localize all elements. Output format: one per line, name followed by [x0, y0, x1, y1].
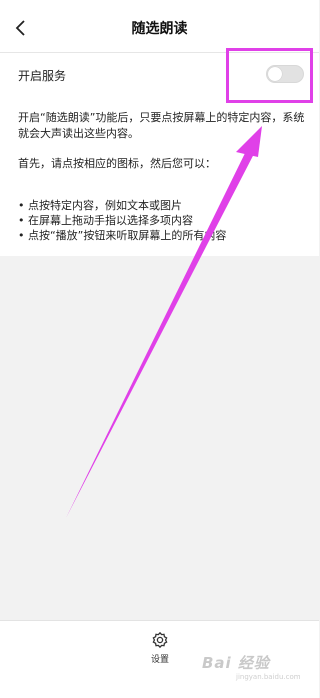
bullet-item: • 点按“播放”按钮来听取屏幕上的所有内容: [18, 229, 227, 242]
settings-button[interactable]: 设置: [140, 631, 180, 671]
annotation-highlight-box: [226, 48, 313, 103]
bullet-list: • 点按特定内容，例如文本或图片 • 在屏幕上拖动手指以选择多项内容 • 点按“…: [18, 198, 313, 243]
description-intro: 开启“随选朗读”功能后，只要点按屏幕上的特定内容，系统就会大声读出这些内容。: [18, 111, 305, 140]
header-bar: 随选朗读: [0, 0, 319, 53]
description-step: 首先，请点按相应的图标，然后您可以：: [18, 157, 216, 170]
gear-icon: [152, 631, 168, 649]
page-title: 随选朗读: [131, 21, 188, 37]
watermark-url: jingyan.baidu.com: [236, 673, 301, 681]
bottom-bar: 设置: [0, 620, 319, 698]
main-panel: 随选朗读 开启服务 开启“随选朗读”功能后，只要点按屏幕上的特定内容，系统就会大…: [0, 0, 319, 256]
bullet-item: • 点按特定内容，例如文本或图片: [18, 199, 182, 212]
bullet-item: • 在屏幕上拖动手指以选择多项内容: [18, 214, 193, 227]
service-label: 开启服务: [18, 69, 67, 83]
watermark: Bai 经验: [202, 654, 270, 672]
description: 开启“随选朗读”功能后，只要点按屏幕上的特定内容，系统就会大声读出这些内容。 首…: [18, 110, 308, 172]
settings-label: 设置: [150, 655, 169, 665]
